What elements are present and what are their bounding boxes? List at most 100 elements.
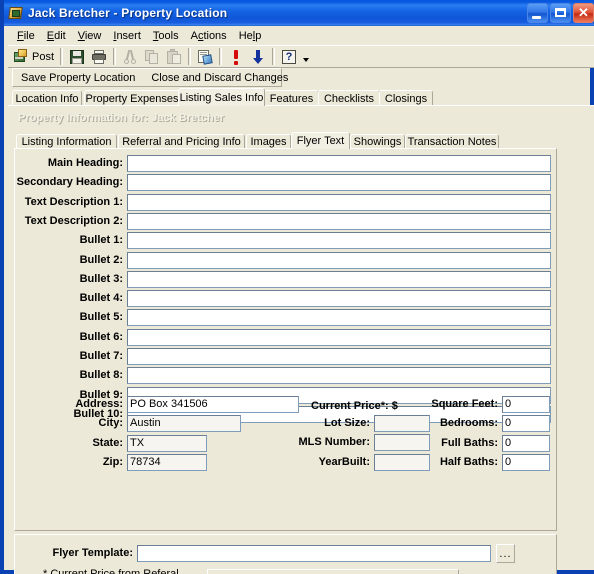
flyer-template-browse-button[interactable]: ... [496, 544, 515, 563]
specs-label: Bedrooms: [439, 417, 498, 429]
field-label: Text Description 1: [24, 196, 123, 208]
paste-icon [166, 48, 182, 65]
generate-flyer-button[interactable]: Generate Flyer [207, 569, 459, 574]
app-icon [8, 5, 24, 21]
form-row: Bullet 4: [15, 290, 556, 309]
post-label: Post [32, 50, 55, 63]
form-row: Bullet 8: [15, 367, 556, 386]
menu-actions[interactable]: Actions [185, 28, 233, 44]
menu-help[interactable]: Help [233, 28, 268, 44]
subtab-transaction-notes[interactable]: Transaction Notes [405, 134, 499, 149]
subtab-referral-and-pricing-info[interactable]: Referral and Pricing Info [118, 134, 245, 149]
save-icon [69, 49, 85, 65]
flyer-generation-panel: Flyer Template: ... * Current Price from… [14, 534, 557, 574]
post-button[interactable]: Post [11, 47, 57, 67]
field-input[interactable] [127, 290, 551, 307]
subtab-showings[interactable]: Showings [350, 134, 405, 149]
form-row: Bullet 5: [15, 309, 556, 328]
form-row: Bullet 3: [15, 271, 556, 290]
subtab-flyer-text[interactable]: Flyer Text [291, 132, 350, 149]
menu-insert[interactable]: Insert [107, 28, 147, 44]
save-property-location-button[interactable]: Save Property Location [13, 72, 143, 84]
toolbar-separator [60, 48, 64, 65]
content-panel: Property Information for: Jack Bretcher … [8, 105, 594, 574]
field-input[interactable] [127, 329, 551, 346]
close-icon: ✕ [578, 5, 589, 20]
minimize-button[interactable] [527, 3, 548, 23]
menu-file[interactable]: File [11, 28, 41, 44]
subtab-listing-information[interactable]: Listing Information [16, 134, 117, 149]
menu-edit[interactable]: Edit [41, 28, 72, 44]
cut-button[interactable] [119, 47, 141, 67]
post-icon [14, 48, 30, 65]
field-input[interactable] [127, 252, 551, 269]
flyer-template-input[interactable] [137, 545, 491, 562]
toolbar: Post ? [8, 45, 594, 68]
field-input[interactable] [127, 367, 551, 384]
importance-low-button[interactable] [247, 47, 269, 67]
importance-high-button[interactable] [225, 47, 247, 67]
specs-row: Square Feet: 0 [15, 396, 556, 415]
help-button[interactable]: ? [278, 47, 300, 67]
form-row: Bullet 2: [15, 252, 556, 271]
field-input[interactable] [127, 309, 551, 326]
field-label: Bullet 4: [79, 292, 123, 304]
field-input[interactable] [127, 271, 551, 288]
specs-label: Square Feet: [431, 398, 498, 410]
title-bar[interactable]: Jack Bretcher - Property Location ✕ [4, 0, 594, 26]
field-input[interactable] [127, 155, 551, 172]
field-input[interactable] [127, 174, 551, 191]
note-line-1: * Current Price from Referal and [43, 568, 179, 574]
menu-tools[interactable]: Tools [147, 28, 185, 44]
field-input[interactable] [127, 232, 551, 249]
primary-tab-strip: Location Info Property Expenses Listing … [8, 88, 594, 106]
save-button[interactable] [66, 47, 88, 67]
specs-input[interactable]: 0 [502, 415, 550, 432]
tab-features[interactable]: Features [264, 90, 319, 106]
toolbar-separator [219, 48, 223, 65]
tab-property-expenses[interactable]: Property Expenses [84, 90, 180, 106]
print-button[interactable] [88, 47, 110, 67]
print-preview-button[interactable] [194, 47, 216, 67]
importance-icon [228, 49, 244, 65]
menu-bar: File Edit View Insert Tools Actions Help [8, 26, 594, 45]
form-row: Bullet 1: [15, 232, 556, 251]
field-label: Bullet 6: [79, 331, 123, 343]
section-header: Property Information for: Jack Bretcher [18, 112, 224, 124]
toolbar-separator [272, 48, 276, 65]
maximize-button[interactable] [550, 3, 571, 23]
specs-input[interactable]: 0 [502, 454, 550, 471]
field-label: Bullet 2: [79, 254, 123, 266]
field-input[interactable] [127, 194, 551, 211]
cut-icon [122, 49, 138, 65]
specs-label: Half Baths: [439, 456, 498, 468]
field-label: Bullet 7: [79, 350, 123, 362]
tab-closings[interactable]: Closings [379, 90, 433, 106]
paste-button[interactable] [163, 47, 185, 67]
close-and-discard-changes-button[interactable]: Close and Discard Changes [143, 72, 296, 84]
tab-checklists[interactable]: Checklists [318, 90, 380, 106]
print-preview-icon [197, 49, 213, 65]
field-label: Main Heading: [47, 157, 123, 169]
field-label: Bullet 5: [79, 311, 123, 323]
tab-location-info[interactable]: Location Info [12, 90, 82, 106]
menu-view[interactable]: View [72, 28, 108, 44]
subtab-images[interactable]: Images [246, 134, 291, 149]
flyer-text-form: Main Heading: Secondary Heading: Text Desc… [14, 148, 557, 531]
field-input[interactable] [127, 348, 551, 365]
form-row: Main Heading: [15, 155, 556, 174]
tab-listing-sales-info[interactable]: Listing Sales Info [178, 88, 265, 106]
window-controls: ✕ [527, 3, 594, 23]
field-label: Bullet 8: [79, 369, 123, 381]
specs-input[interactable]: 0 [502, 396, 550, 413]
copy-button[interactable] [141, 47, 163, 67]
close-button[interactable]: ✕ [573, 3, 594, 23]
specs-row: Half Baths: 0 [15, 454, 556, 473]
toolbar-overflow-icon[interactable] [303, 57, 310, 62]
application-window: Jack Bretcher - Property Location ✕ File… [0, 0, 594, 574]
field-input[interactable] [127, 213, 551, 230]
specs-label: Full Baths: [441, 437, 498, 449]
down-arrow-icon [250, 49, 266, 65]
specs-input[interactable]: 0 [502, 435, 550, 452]
secondary-tab-strip: Listing Information Referral and Pricing… [14, 132, 588, 149]
